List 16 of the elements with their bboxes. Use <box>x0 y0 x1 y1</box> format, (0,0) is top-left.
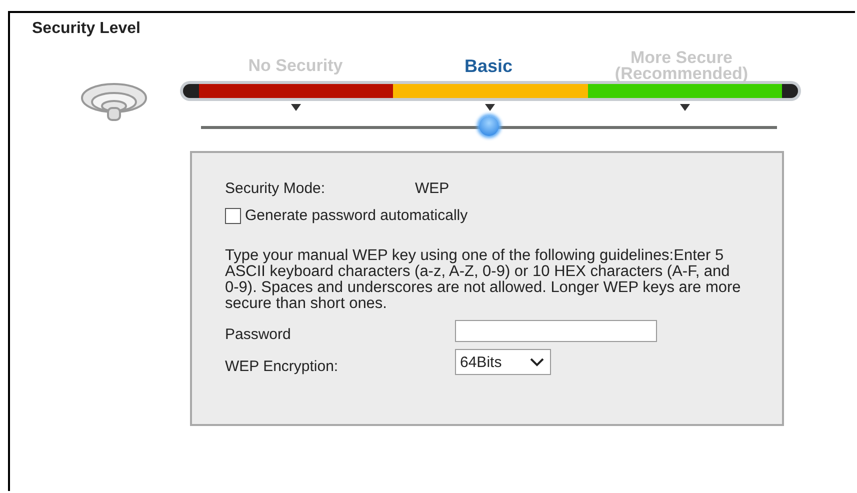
tick-marker-icon <box>485 104 496 111</box>
tick-marker-icon <box>680 104 690 111</box>
checkbox-label: Generate password automatically <box>245 207 468 224</box>
guidelines-text: Type your manual WEP key using one of the following guidelines:Enter 5 ASCII keyboard characters (a-z, A-Z, 0-9) or 10 HEX characters (A-F, and 0-9). Spaces and underscores are not allowed. Longer WEP keys are more secure than short ones. <box>225 248 742 312</box>
chevron-down-icon <box>530 358 544 366</box>
field-label: Security Mode: <box>225 180 326 197</box>
field-label: WEP Encryption: <box>225 356 340 374</box>
encryption-dropdown[interactable]: 64Bits <box>455 349 551 375</box>
field-label: Password <box>225 325 292 343</box>
section-title: Security Level <box>31 19 142 39</box>
level-label[interactable]: Basic <box>392 48 585 84</box>
checkbox[interactable] <box>225 208 241 224</box>
field-value: WEP <box>415 180 450 197</box>
slider-thumb[interactable] <box>479 116 499 136</box>
tick-marker-icon <box>291 104 302 111</box>
password-field[interactable] <box>455 320 657 342</box>
